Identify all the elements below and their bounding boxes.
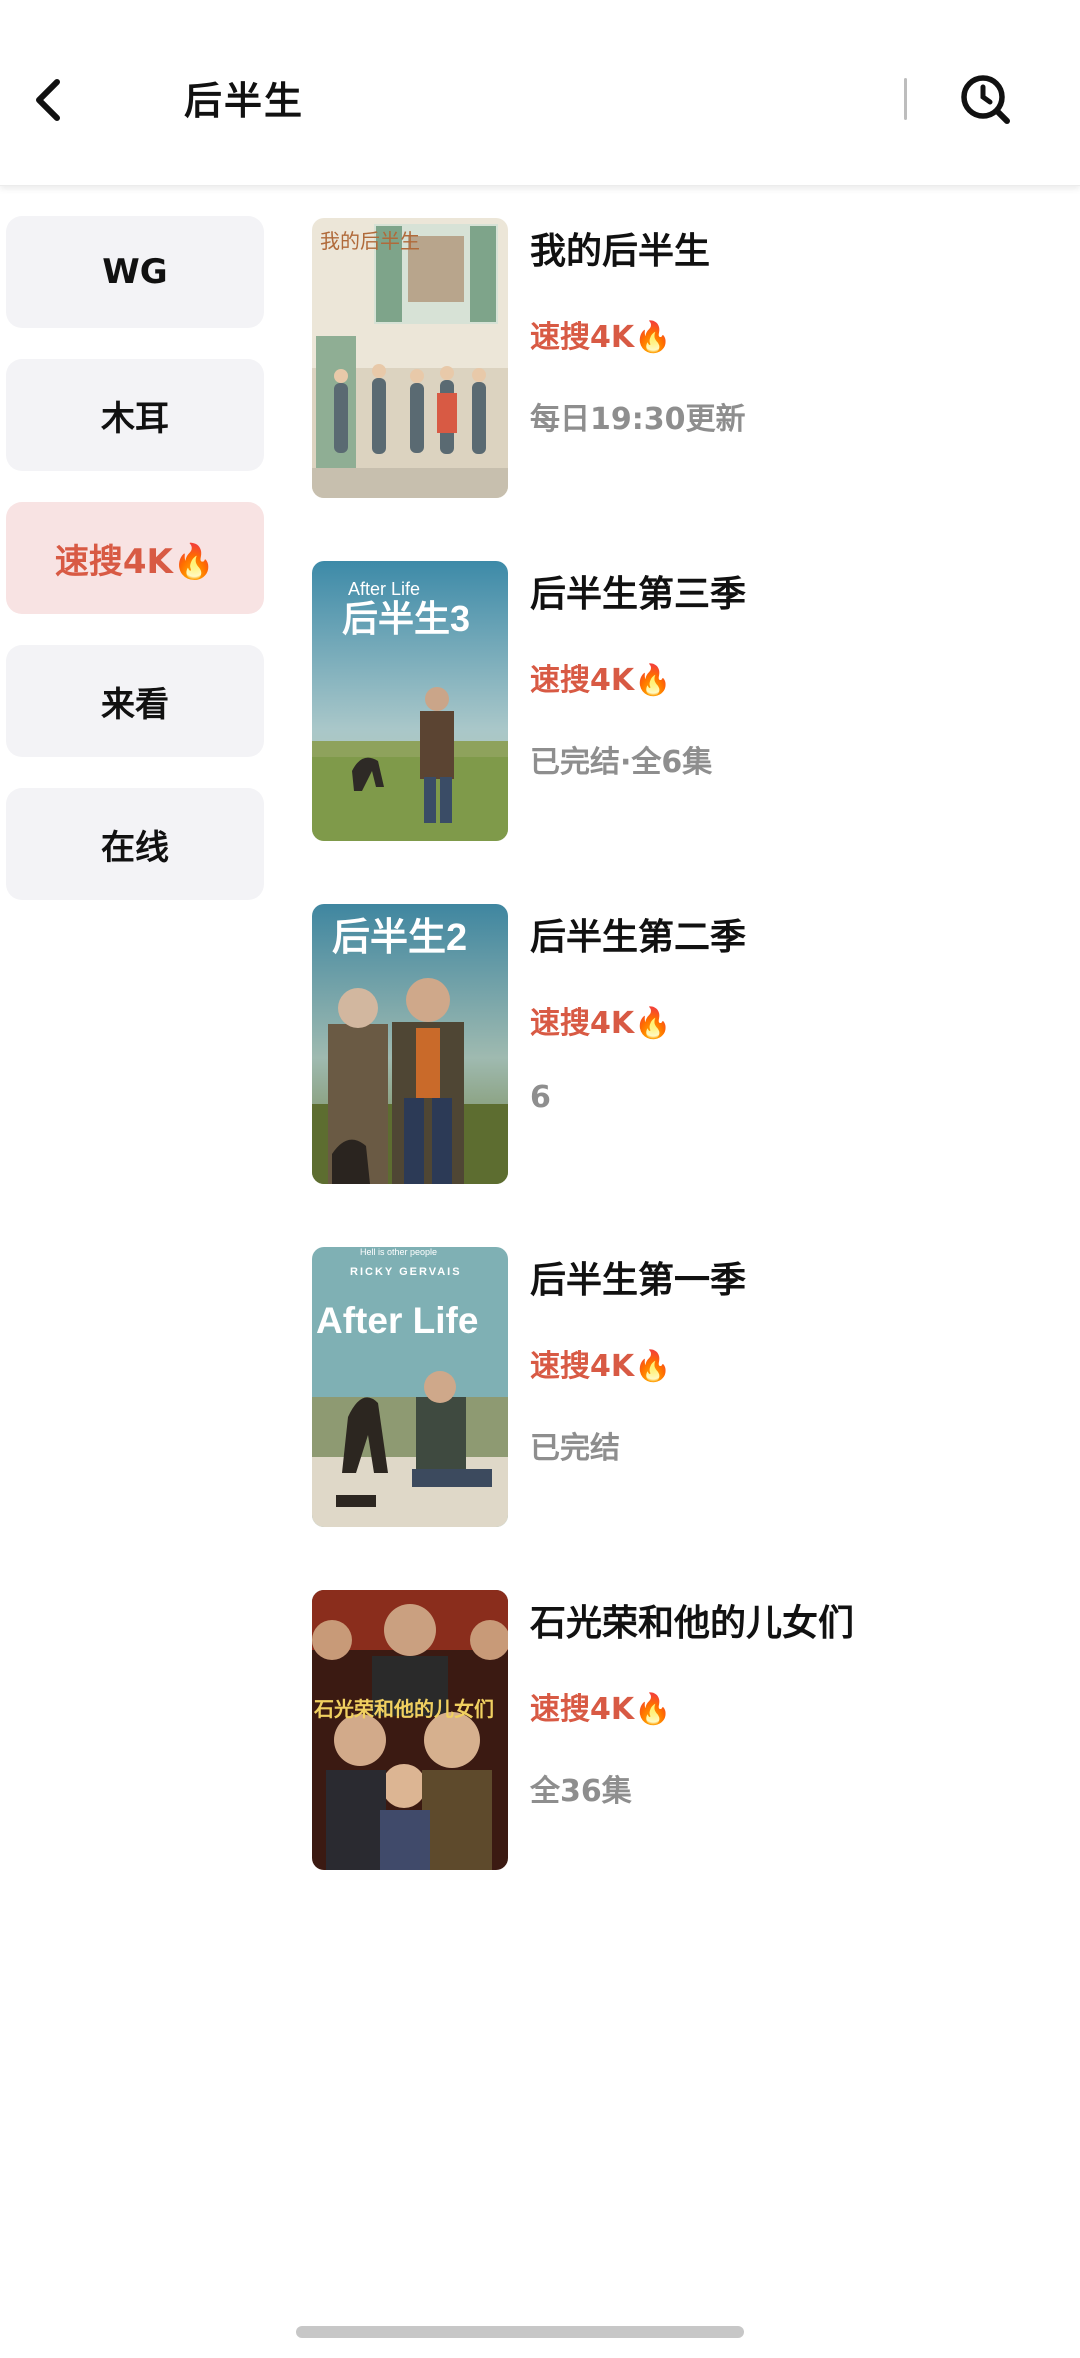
result-status: 每日19:30更新 <box>530 402 746 437</box>
sidebar-item-label: 在线 <box>101 827 169 868</box>
result-status: 已完结·全6集 <box>530 745 713 780</box>
result-source: 速搜4K🔥 <box>530 663 672 698</box>
poster-subtitle-text: After Life <box>348 579 420 599</box>
result-source: 速搜4K🔥 <box>530 320 672 355</box>
result-source: 速搜4K🔥 <box>530 1349 672 1384</box>
result-title: 后半生第一季 <box>530 1260 747 1301</box>
sidebar-item-label: 木耳 <box>101 398 169 439</box>
sidebar-item-zaixian[interactable]: 在线 <box>6 788 264 900</box>
sidebar-item-laikan[interactable]: 来看 <box>6 645 264 757</box>
sidebar-item-label: WG <box>102 252 168 292</box>
poster-title-text: 石光荣和他的儿女们 <box>313 1697 494 1721</box>
sidebar-item-susou4k[interactable]: 速搜4K🔥 <box>6 502 264 614</box>
search-button[interactable] <box>950 64 1020 134</box>
header-divider <box>904 78 907 120</box>
sidebar-item-label: 来看 <box>101 684 169 725</box>
search-icon <box>961 75 1010 124</box>
poster-image: Hell is other people RICKY GERVAIS After… <box>312 1247 508 1527</box>
poster-title-text: 后半生3 <box>342 598 470 639</box>
poster-title-text: 后半生2 <box>332 917 467 959</box>
result-title: 我的后半生 <box>530 231 711 272</box>
result-item[interactable]: 我的后半生 我的后半生 速搜4K🔥 每日19:30更新 <box>312 218 1052 561</box>
source-sidebar: WG 木耳 速搜4K🔥 来看 在线 <box>6 216 266 931</box>
home-indicator[interactable] <box>296 2326 744 2338</box>
result-title: 后半生第三季 <box>530 574 747 615</box>
top-bar: 后半生 <box>0 0 1080 186</box>
poster-title-text: 我的后半生 <box>320 229 420 253</box>
result-title: 后半生第二季 <box>530 917 747 958</box>
back-button[interactable] <box>18 62 78 138</box>
poster-image: 石光荣和他的儿女们 <box>312 1590 508 1870</box>
chevron-left-icon <box>36 79 60 121</box>
result-list: 我的后半生 我的后半生 速搜4K🔥 每日19:30更新 After Life 后… <box>312 218 1052 1933</box>
sidebar-item-muer[interactable]: 木耳 <box>6 359 264 471</box>
result-item[interactable]: After Life 后半生3 后半生第三季 速搜4K🔥 已完结·全6集 <box>312 561 1052 904</box>
result-source: 速搜4K🔥 <box>530 1006 672 1041</box>
poster-title-text: After Life <box>316 1300 478 1341</box>
result-title: 石光荣和他的儿女们 <box>530 1603 855 1644</box>
poster-tagline-text: Hell is other people <box>360 1247 437 1257</box>
page-title: 后半生 <box>184 79 305 123</box>
poster-image: 后半生2 <box>312 904 508 1184</box>
result-item[interactable]: 石光荣和他的儿女们 石光荣和他的儿女们 速搜4K🔥 全36集 <box>312 1590 1052 1933</box>
poster-image: 我的后半生 <box>312 218 508 498</box>
sidebar-item-wg[interactable]: WG <box>6 216 264 328</box>
result-status: 已完结 <box>530 1431 620 1466</box>
result-item[interactable]: 后半生2 后半生第二季 速搜4K🔥 6 <box>312 904 1052 1247</box>
poster-image: After Life 后半生3 <box>312 561 508 841</box>
result-source: 速搜4K🔥 <box>530 1692 672 1727</box>
result-item[interactable]: Hell is other people RICKY GERVAIS After… <box>312 1247 1052 1590</box>
poster-subtitle-text: RICKY GERVAIS <box>350 1266 462 1278</box>
sidebar-item-label: 速搜4K🔥 <box>54 541 216 582</box>
result-status: 全36集 <box>530 1774 632 1809</box>
result-status: 6 <box>530 1080 551 1115</box>
